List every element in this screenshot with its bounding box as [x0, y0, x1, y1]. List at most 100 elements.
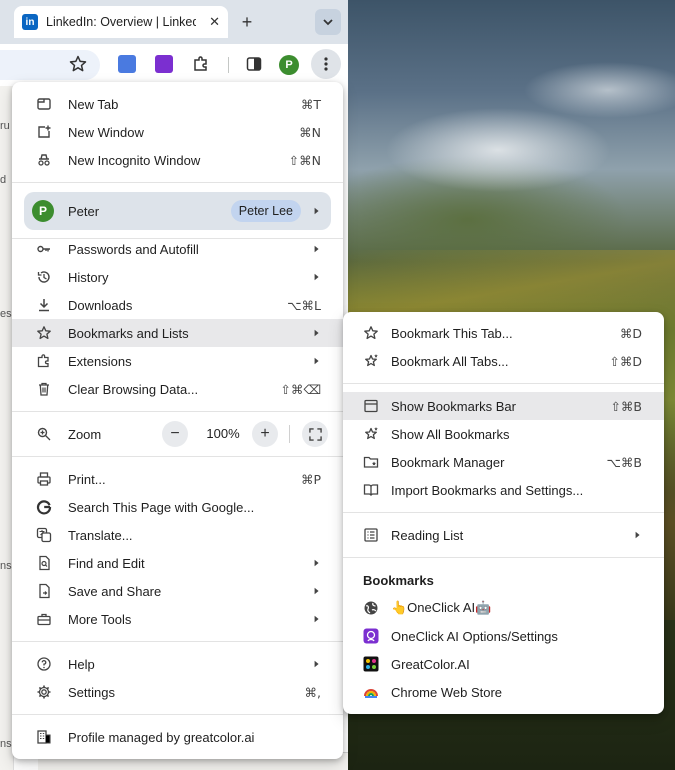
profile-avatar-button[interactable]: P — [279, 55, 299, 75]
zoom-level: 100% — [206, 426, 240, 441]
bookmark-oneclick-options[interactable]: OneClick AI Options/Settings — [343, 622, 664, 650]
chevron-right-icon — [632, 530, 642, 540]
menu-item-bookmark-manager[interactable]: Bookmark Manager ⌥⌘B — [343, 448, 664, 476]
extensions-puzzle-icon[interactable] — [192, 55, 210, 73]
menu-item-settings[interactable]: Settings ⌘, — [12, 678, 343, 706]
menu-item-bookmark-this-tab[interactable]: Bookmark This Tab... ⌘D — [343, 319, 664, 347]
browser-toolbar: P — [0, 44, 348, 86]
print-icon — [36, 471, 52, 487]
menu-item-label: Import Bookmarks and Settings... — [391, 482, 584, 498]
menu-item-label: Settings — [68, 684, 115, 700]
bookmarks-bar-icon — [363, 398, 379, 414]
menu-item-new-window[interactable]: New Window ⌘N — [12, 118, 343, 146]
bookmark-oneclick-ai[interactable]: 👆OneClick AI🤖 — [343, 594, 664, 622]
fullscreen-button[interactable] — [302, 421, 328, 447]
linkedin-favicon-icon: in — [22, 14, 38, 30]
chevron-right-icon — [311, 659, 321, 669]
menu-item-extensions[interactable]: Extensions — [12, 347, 343, 375]
menu-divider — [12, 411, 343, 412]
import-icon — [363, 482, 379, 498]
page-edge-text: ru — [0, 120, 10, 132]
menu-item-find-and-edit[interactable]: Find and Edit — [12, 549, 343, 577]
chevron-right-icon — [311, 244, 321, 254]
zoom-divider — [289, 425, 290, 443]
menu-item-label: GreatColor.AI — [391, 656, 470, 672]
side-panel-icon[interactable] — [246, 56, 262, 72]
zoom-controls: − 100% + — [162, 420, 292, 448]
menu-item-show-bookmarks-bar[interactable]: Show Bookmarks Bar ⇧⌘B — [343, 392, 664, 420]
menu-divider — [12, 456, 343, 457]
menu-item-reading-list[interactable]: Reading List — [343, 521, 664, 549]
menu-divider — [343, 512, 664, 513]
fullscreen-icon — [308, 427, 322, 441]
star-icon — [36, 325, 52, 341]
bookmark-greatcolor[interactable]: GreatColor.AI — [343, 650, 664, 678]
menu-item-label: More Tools — [68, 611, 132, 627]
tab-linkedin[interactable]: in LinkedIn: Overview | LinkedIn ✕ — [14, 6, 228, 38]
bookmark-manager-icon — [363, 454, 379, 470]
bookmark-chrome-web-store[interactable]: Chrome Web Store — [343, 678, 664, 706]
building-icon — [36, 729, 52, 745]
share-icon — [36, 583, 52, 599]
menu-item-clear-browsing-data[interactable]: Clear Browsing Data... ⇧⌘⌫ — [12, 375, 343, 403]
menu-item-more-tools[interactable]: More Tools — [12, 605, 343, 633]
oneclick-favicon-icon — [363, 628, 379, 644]
zoom-in-button[interactable]: + — [252, 421, 278, 447]
zoom-out-button[interactable]: − — [162, 421, 188, 447]
translate-extension-icon[interactable] — [118, 55, 136, 73]
tab-search-button[interactable] — [315, 9, 341, 35]
oneclick-extension-icon[interactable] — [155, 55, 173, 73]
page-edge-text: es — [0, 308, 12, 320]
toolbar-divider — [228, 57, 229, 73]
menu-item-help[interactable]: Help — [12, 650, 343, 678]
greatcolor-favicon-icon — [363, 656, 379, 672]
chrome-web-store-icon — [363, 684, 379, 700]
chevron-right-icon — [313, 204, 321, 219]
menu-item-new-tab[interactable]: New Tab ⌘T — [12, 90, 343, 118]
menu-item-label: New Window — [68, 124, 144, 140]
menu-item-label: Chrome Web Store — [391, 684, 503, 700]
profile-menu-row[interactable]: P Peter Peter Lee — [24, 192, 331, 230]
page-edge-text: ns — [0, 560, 12, 572]
menu-item-show-all-bookmarks[interactable]: Show All Bookmarks — [343, 420, 664, 448]
chrome-menu-button[interactable] — [311, 49, 341, 79]
stars-icon — [363, 426, 379, 442]
page-edge-text: d — [0, 174, 7, 186]
menu-item-profile-managed[interactable]: Profile managed by greatcolor.ai — [12, 723, 343, 751]
menu-item-bookmark-all-tabs[interactable]: Bookmark All Tabs... ⇧⌘D — [343, 347, 664, 375]
menu-item-history[interactable]: History — [12, 263, 343, 291]
menu-item-label: New Incognito Window — [68, 152, 201, 168]
menu-item-translate[interactable]: Translate... — [12, 521, 343, 549]
profile-account-pill: Peter Lee — [230, 200, 301, 222]
menu-item-label: Profile managed by greatcolor.ai — [68, 729, 255, 745]
chevron-right-icon — [311, 558, 321, 568]
menu-divider — [12, 714, 343, 715]
settings-icon — [36, 684, 52, 700]
chevron-right-icon — [311, 356, 321, 366]
menu-item-import-bookmarks[interactable]: Import Bookmarks and Settings... — [343, 476, 664, 504]
menu-item-print[interactable]: Print... ⌘P — [12, 465, 343, 493]
new-tab-button[interactable]: + — [236, 11, 258, 33]
shortcut-hint: ⌘N — [299, 124, 321, 140]
menu-item-label: Bookmarks and Lists — [68, 325, 189, 341]
menu-item-new-incognito[interactable]: New Incognito Window ⇧⌘N — [12, 146, 343, 174]
menu-item-label: Bookmark All Tabs... — [391, 353, 509, 369]
menu-item-label: Passwords and Autofill — [68, 241, 199, 257]
menu-item-downloads[interactable]: Downloads ⌥⌘L — [12, 291, 343, 319]
menu-item-bookmarks-and-lists[interactable]: Bookmarks and Lists — [12, 319, 343, 347]
history-icon — [36, 269, 52, 285]
new-tab-icon — [36, 96, 52, 112]
tab-title: LinkedIn: Overview | LinkedIn — [46, 15, 196, 29]
menu-item-save-and-share[interactable]: Save and Share — [12, 577, 343, 605]
bookmark-star-icon[interactable] — [68, 54, 88, 74]
menu-item-label: Bookmark Manager — [391, 454, 505, 470]
reading-list-icon — [363, 527, 379, 543]
shortcut-hint: ⇧⌘B — [610, 398, 642, 414]
tab-close-icon[interactable]: ✕ — [209, 14, 220, 30]
toolbox-icon — [36, 611, 52, 627]
menu-item-passwords[interactable]: Passwords and Autofill — [12, 235, 343, 263]
zoom-row: Zoom − 100% + — [12, 420, 343, 448]
menu-item-search-with-google[interactable]: Search This Page with Google... — [12, 493, 343, 521]
zoom-label: Zoom — [68, 426, 102, 442]
bookmarks-section-heading: Bookmarks — [363, 573, 434, 588]
